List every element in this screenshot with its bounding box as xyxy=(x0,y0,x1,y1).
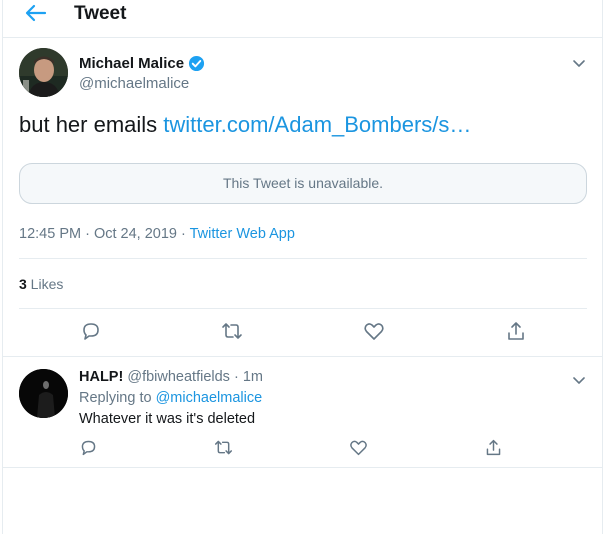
chevron-down-icon xyxy=(573,377,585,384)
retweet-button[interactable] xyxy=(221,320,243,342)
tweet-detail-panel: Tweet Michael Malice @michaelmalice but … xyxy=(2,0,603,534)
avatar-image xyxy=(19,369,68,418)
avatar-image xyxy=(19,48,68,97)
back-button[interactable] xyxy=(23,2,49,24)
author-handle[interactable]: @michaelmalice xyxy=(79,75,189,92)
meta-separator: · xyxy=(81,226,94,242)
reply-icon xyxy=(81,440,96,456)
tweet-link[interactable]: twitter.com/Adam_Bombers/s… xyxy=(163,112,471,137)
quoted-tweet-unavailable: This Tweet is unavailable. xyxy=(19,163,587,204)
likes-number: 3 xyxy=(19,276,27,292)
tweet-date[interactable]: Oct 24, 2019 xyxy=(94,226,177,242)
retweet-icon xyxy=(222,323,242,339)
share-button[interactable] xyxy=(505,320,527,342)
arrow-left-icon xyxy=(25,4,47,22)
tweet-text: but her emails twitter.com/Adam_Bombers/… xyxy=(19,112,471,138)
share-icon xyxy=(508,322,524,340)
divider xyxy=(3,467,602,468)
reply-retweet-button[interactable] xyxy=(214,438,233,457)
reply-author-handle[interactable]: @fbiwheatfields xyxy=(127,369,230,385)
replying-to-label: Replying to xyxy=(79,390,156,406)
divider xyxy=(19,258,587,259)
like-button[interactable] xyxy=(363,320,385,342)
reply-time[interactable]: 1m xyxy=(243,369,263,385)
retweet-icon xyxy=(214,440,233,455)
tweet-time[interactable]: 12:45 PM xyxy=(19,226,81,242)
reply-avatar[interactable] xyxy=(19,369,68,418)
tweet-metadata: 12:45 PM · Oct 24, 2019 · Twitter Web Ap… xyxy=(19,226,295,242)
like-icon xyxy=(350,440,367,456)
page-title: Tweet xyxy=(74,3,127,24)
more-options-button[interactable] xyxy=(572,56,586,67)
tweet-text-body: but her emails xyxy=(19,112,164,137)
reply-share-button[interactable] xyxy=(484,438,503,457)
tweet-source[interactable]: Twitter Web App xyxy=(190,226,295,242)
reply-icon xyxy=(83,323,99,340)
reply-reply-button[interactable] xyxy=(79,438,98,457)
author-name[interactable]: Michael Malice xyxy=(79,55,184,72)
meta-separator: · xyxy=(177,226,190,242)
likes-label: Likes xyxy=(26,276,64,292)
likes-count[interactable]: 3 Likes xyxy=(19,276,63,292)
verified-badge-icon xyxy=(188,55,205,72)
like-icon xyxy=(364,323,384,340)
avatar[interactable] xyxy=(19,48,68,97)
reply-more-options-button[interactable] xyxy=(572,373,586,384)
replying-to: Replying to @michaelmalice xyxy=(79,390,262,406)
reply-button[interactable] xyxy=(80,320,102,342)
share-icon xyxy=(486,439,501,456)
replying-to-handle[interactable]: @michaelmalice xyxy=(156,390,263,406)
author-row: Michael Malice xyxy=(79,55,205,72)
reply-author-name[interactable]: HALP! xyxy=(79,369,123,385)
reply-header: HALP! @fbiwheatfields · 1m xyxy=(79,369,263,385)
divider xyxy=(19,308,587,309)
meta-separator: · xyxy=(229,369,243,385)
divider xyxy=(3,356,602,357)
header-bar: Tweet xyxy=(3,0,602,38)
chevron-down-icon xyxy=(573,60,585,67)
reply-text: Whatever it was it's deleted xyxy=(79,411,256,427)
reply-like-button[interactable] xyxy=(349,438,368,457)
